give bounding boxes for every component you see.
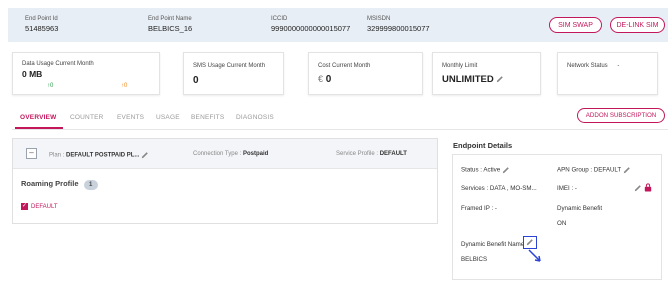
apn-group-text: APN Group : DEFAULT	[557, 166, 622, 174]
tab-bar: OVERVIEW COUNTER EVENTS USAGE BENEFITS D…	[12, 108, 668, 130]
tab-overview[interactable]: OVERVIEW	[20, 114, 57, 121]
msisdn-label: MSISDN	[367, 16, 391, 22]
plan-label: Plan :	[49, 152, 65, 159]
tab-benefits[interactable]: BENEFITS	[191, 114, 224, 121]
service-profile-field: Service Profile : DEFAULT	[336, 151, 407, 157]
iccid-field: ICCID 9990000000000015077	[271, 16, 350, 33]
apn-group-field: APN Group : DEFAULT	[557, 166, 631, 174]
roaming-profile-item[interactable]: ✓ DEFAULT	[21, 203, 58, 210]
sms-usage-card: SMS Usage Current Month 0	[183, 52, 284, 95]
active-tab-indicator	[15, 127, 63, 129]
monthly-limit-label: Monthly Limit	[442, 63, 478, 69]
delink-sim-button[interactable]: DE-LINK SIM	[610, 17, 665, 33]
connection-type-value: Postpaid	[242, 151, 269, 157]
iccid-value: 9990000000000015077	[271, 24, 351, 33]
framed-ip-field: Framed IP : -	[461, 205, 497, 212]
addon-subscription-button[interactable]: ADDON SUBSCRIPTION	[577, 108, 665, 123]
data-upload-stat: ↑0	[47, 83, 53, 89]
plan-panel: – Plan : DEFAULT POSTPAID PL... Connecti…	[12, 138, 438, 224]
tab-events[interactable]: EVENTS	[117, 114, 144, 121]
cost-card: Cost Current Month € 0	[308, 52, 423, 95]
checkbox-checked-icon[interactable]: ✓	[21, 203, 28, 210]
dynamic-benefit-name-label: Dynamic Benefit Name	[461, 241, 525, 248]
plan-field: Plan : DEFAULT POSTPAID PL...	[49, 151, 149, 159]
status-text: Status : Active	[461, 166, 501, 174]
network-status-label: Network Status	[567, 63, 608, 69]
network-status-value: -	[617, 63, 620, 69]
end-point-id-label: End Point Id	[25, 16, 58, 22]
edit-apn-icon[interactable]	[623, 166, 631, 174]
dynamic-benefit-value: ON	[557, 220, 567, 227]
end-point-id-value: 51485963	[25, 24, 59, 33]
edit-imei-icon[interactable]	[634, 184, 642, 192]
data-usage-value: 0 MB	[22, 69, 43, 79]
edit-plan-icon[interactable]	[141, 151, 149, 159]
roaming-profile-title: Roaming Profile	[21, 179, 79, 188]
status-field: Status : Active	[461, 166, 510, 174]
service-profile-label: Service Profile :	[336, 151, 379, 157]
edit-limit-icon[interactable]	[496, 75, 504, 83]
end-point-name-field: End Point Name BELBICS_16	[148, 16, 192, 33]
data-usage-label: Data Usage Current Month	[22, 61, 94, 67]
data-download-stat: ↑0	[121, 83, 127, 89]
end-point-name-value: BELBICS_16	[148, 24, 193, 33]
sms-usage-value: 0	[193, 75, 199, 86]
end-point-id-field: End Point Id 51485963	[25, 16, 58, 33]
edit-dynamic-benefit-name-highlight[interactable]	[523, 236, 537, 249]
endpoint-header: End Point Id 51485963 End Point Name BEL…	[8, 8, 668, 42]
edit-status-icon[interactable]	[502, 166, 510, 174]
connection-type-field: Connection Type : Postpaid	[193, 151, 268, 157]
imei-field: IMEI : -	[557, 185, 577, 192]
service-profile-value: DEFAULT	[379, 151, 407, 157]
dynamic-benefit-name-value: BELBICS	[461, 256, 488, 263]
monthly-limit-value: UNLIMITED	[442, 74, 494, 85]
services-field: Services : DATA , MO-SM...	[461, 185, 537, 192]
end-point-name-label: End Point Name	[148, 16, 192, 22]
plan-value: DEFAULT POSTPAID PL...	[66, 152, 140, 159]
plan-summary-bar: – Plan : DEFAULT POSTPAID PL... Connecti…	[13, 139, 437, 169]
msisdn-field: MSISDN 329999800015077	[367, 16, 430, 33]
tab-diagnosis[interactable]: DIAGNOSIS	[236, 114, 274, 121]
monthly-limit-card: Monthly Limit UNLIMITED	[432, 52, 541, 95]
tab-usage[interactable]: USAGE	[156, 114, 180, 121]
sim-swap-button[interactable]: SIM SWAP	[549, 17, 602, 33]
network-status-label-wrap: Network Status -	[567, 63, 619, 69]
data-upload-value: 0	[50, 83, 54, 89]
monthly-limit-value-wrap: UNLIMITED	[442, 74, 504, 85]
data-usage-card: Data Usage Current Month 0 MB ↑0 ↑0	[12, 52, 160, 95]
cost-value: 0	[325, 74, 332, 85]
collapse-toggle-icon[interactable]: –	[26, 148, 37, 159]
roaming-profile-count-badge: 1	[83, 180, 98, 190]
cost-label: Cost Current Month	[318, 63, 371, 69]
roaming-profile-item-label: DEFAULT	[31, 203, 58, 210]
cost-value-wrap: € 0	[318, 74, 331, 85]
endpoint-details-panel: Status : Active APN Group : DEFAULT Serv…	[452, 154, 662, 280]
data-download-value: 0	[124, 83, 128, 89]
edit-dynamic-benefit-name-icon[interactable]	[526, 238, 534, 246]
euro-icon: €	[318, 74, 324, 84]
lock-icon[interactable]	[644, 183, 652, 192]
endpoint-details-title: Endpoint Details	[453, 141, 513, 150]
tab-counter[interactable]: COUNTER	[70, 114, 104, 121]
iccid-label: ICCID	[271, 16, 288, 22]
connection-type-label: Connection Type :	[193, 151, 242, 157]
roaming-profile-title-wrap: Roaming Profile 1	[21, 179, 98, 190]
msisdn-value: 329999800015077	[367, 24, 430, 33]
dynamic-benefit-label: Dynamic Benefit	[557, 205, 603, 212]
sms-usage-label: SMS Usage Current Month	[193, 63, 266, 69]
network-status-card: Network Status -	[557, 52, 658, 95]
pointer-arrow-icon	[528, 249, 541, 262]
